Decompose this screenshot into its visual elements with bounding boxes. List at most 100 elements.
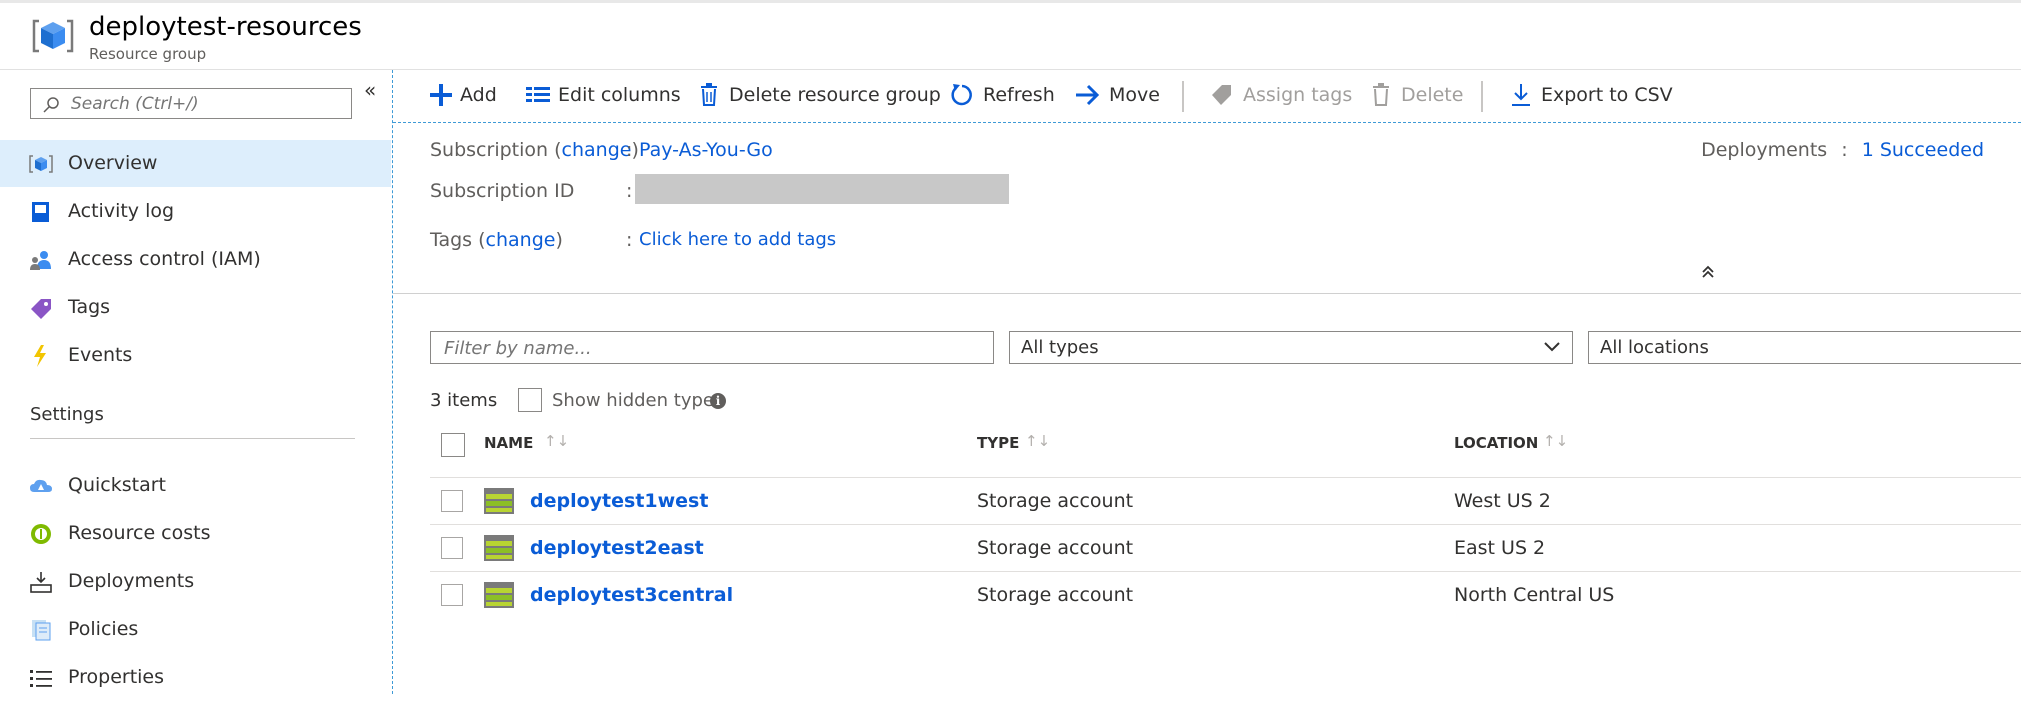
column-header-name[interactable]: NAME bbox=[484, 434, 533, 452]
trash-icon bbox=[1373, 83, 1389, 106]
sidebar-item-label: Resource costs bbox=[68, 522, 211, 544]
section-divider bbox=[30, 438, 355, 439]
search-icon bbox=[43, 97, 59, 113]
resource-location: East US 2 bbox=[1454, 537, 1546, 559]
type-filter-dropdown[interactable]: All types bbox=[1009, 331, 1573, 364]
name-filter-field[interactable] bbox=[430, 331, 994, 364]
subscription-id-label: Subscription ID bbox=[430, 180, 575, 202]
quickstart-cloud-icon bbox=[30, 479, 52, 492]
page-subtitle: Resource group bbox=[89, 45, 207, 63]
trash-icon bbox=[701, 83, 717, 106]
refresh-icon bbox=[951, 84, 972, 106]
lightning-icon bbox=[34, 345, 46, 367]
collapse-essentials-icon[interactable] bbox=[1701, 264, 1715, 280]
sidebar-item-deployments[interactable]: Deployments bbox=[0, 558, 391, 605]
location-filter-dropdown[interactable]: All locations bbox=[1588, 331, 2021, 364]
chevron-down-icon bbox=[1544, 342, 1560, 352]
table-row[interactable]: deploytest1west Storage account West US … bbox=[430, 478, 2021, 524]
resource-group-cube-icon bbox=[29, 155, 53, 173]
column-header-type[interactable]: TYPE bbox=[977, 434, 1019, 452]
sort-icon[interactable]: ↑↓ bbox=[544, 432, 569, 450]
tags-label: Tags (change) bbox=[430, 229, 563, 251]
command-bar: Add Edit columns Delete resource group R… bbox=[393, 70, 2021, 123]
blade-header: deploytest-resources Resource group bbox=[0, 3, 2021, 70]
sort-icon[interactable]: ↑↓ bbox=[1543, 432, 1568, 450]
toolbar-separator bbox=[1481, 81, 1483, 112]
sidebar-item-activity-log[interactable]: Activity log bbox=[0, 188, 391, 235]
resource-type: Storage account bbox=[977, 490, 1134, 512]
sidebar-item-tags[interactable]: Tags bbox=[0, 284, 391, 331]
sidebar-search[interactable] bbox=[30, 88, 352, 119]
activity-log-icon bbox=[32, 202, 49, 222]
deployments-link[interactable]: 1 Succeeded bbox=[1862, 139, 1984, 161]
toolbar-separator bbox=[1182, 81, 1184, 112]
row-checkbox[interactable] bbox=[441, 584, 463, 606]
policies-icon bbox=[32, 620, 51, 641]
resource-name-link[interactable]: deploytest1west bbox=[530, 490, 708, 512]
storage-account-icon bbox=[484, 582, 514, 608]
resource-type: Storage account bbox=[977, 537, 1134, 559]
items-count: 3 items bbox=[430, 390, 498, 411]
info-icon[interactable]: i bbox=[710, 393, 726, 409]
row-checkbox[interactable] bbox=[441, 537, 463, 559]
sidebar-item-label: Tags bbox=[68, 296, 111, 318]
sidebar-item-access-control[interactable]: Access control (IAM) bbox=[0, 236, 391, 283]
sidebar-item-label: Policies bbox=[68, 618, 139, 640]
resource-location: North Central US bbox=[1454, 584, 1615, 606]
resource-name-link[interactable]: deploytest3central bbox=[530, 584, 733, 606]
storage-account-icon bbox=[484, 535, 514, 561]
collapse-sidebar-icon[interactable]: « bbox=[364, 78, 376, 102]
page-title: deploytest-resources bbox=[89, 12, 362, 42]
sidebar-item-events[interactable]: Events bbox=[0, 332, 391, 379]
sidebar-item-label: Access control (IAM) bbox=[68, 248, 261, 270]
colon: : bbox=[626, 180, 633, 202]
columns-icon bbox=[526, 87, 550, 102]
sort-icon[interactable]: ↑↓ bbox=[1025, 432, 1050, 450]
sidebar-item-label: Events bbox=[68, 344, 133, 366]
resource-costs-icon bbox=[31, 524, 51, 544]
sidebar-item-label: Overview bbox=[68, 152, 158, 174]
sidebar-item-resource-costs[interactable]: Resource costs bbox=[0, 510, 391, 557]
subscription-link[interactable]: Pay-As-You-Go bbox=[639, 139, 773, 161]
resource-group-icon bbox=[32, 19, 74, 53]
change-tags-link[interactable]: change bbox=[486, 229, 556, 251]
download-icon bbox=[1512, 84, 1530, 106]
resource-name-link[interactable]: deploytest2east bbox=[530, 537, 704, 559]
colon: : bbox=[626, 229, 633, 251]
sidebar-item-label: Activity log bbox=[68, 200, 175, 222]
sidebar-item-label: Deployments bbox=[68, 570, 195, 592]
table-row[interactable]: deploytest3central Storage account North… bbox=[430, 572, 2021, 618]
select-all-checkbox[interactable] bbox=[441, 433, 465, 457]
change-subscription-link[interactable]: change bbox=[562, 139, 632, 161]
properties-list-icon bbox=[30, 670, 52, 687]
sidebar: « Overview Activity log Access control (… bbox=[0, 70, 393, 694]
name-filter-input[interactable] bbox=[442, 337, 980, 360]
sidebar-item-quickstart[interactable]: Quickstart bbox=[0, 462, 391, 509]
sidebar-item-policies[interactable]: Policies bbox=[0, 606, 391, 653]
row-checkbox[interactable] bbox=[441, 490, 463, 512]
plus-icon bbox=[430, 84, 452, 106]
search-input[interactable] bbox=[69, 92, 343, 116]
tag-icon bbox=[31, 299, 51, 319]
settings-section-title: Settings bbox=[30, 404, 104, 425]
deployments-icon bbox=[30, 572, 52, 593]
subscription-id-redacted bbox=[635, 174, 1009, 204]
tag-icon bbox=[1212, 85, 1231, 105]
colon: : bbox=[626, 139, 633, 161]
access-control-icon bbox=[30, 251, 51, 270]
column-header-location[interactable]: LOCATION bbox=[1454, 434, 1538, 452]
sidebar-item-label: Quickstart bbox=[68, 474, 166, 496]
storage-account-icon bbox=[484, 488, 514, 514]
deployments-summary: Deployments : 1 Succeeded bbox=[1701, 139, 1984, 161]
resource-type: Storage account bbox=[977, 584, 1134, 606]
arrow-right-icon bbox=[1076, 84, 1100, 106]
sidebar-item-label: Properties bbox=[68, 666, 165, 688]
subscription-label: Subscription (change) bbox=[430, 139, 639, 161]
show-hidden-checkbox[interactable] bbox=[518, 388, 542, 412]
add-tags-link[interactable]: Click here to add tags bbox=[639, 229, 836, 250]
table-row[interactable]: deploytest2east Storage account East US … bbox=[430, 525, 2021, 571]
essentials-panel: Subscription (change) : Pay-As-You-Go Su… bbox=[393, 123, 2021, 294]
sidebar-item-overview[interactable]: Overview bbox=[0, 140, 391, 187]
resource-location: West US 2 bbox=[1454, 490, 1551, 512]
show-hidden-label: Show hidden types bbox=[552, 390, 724, 411]
